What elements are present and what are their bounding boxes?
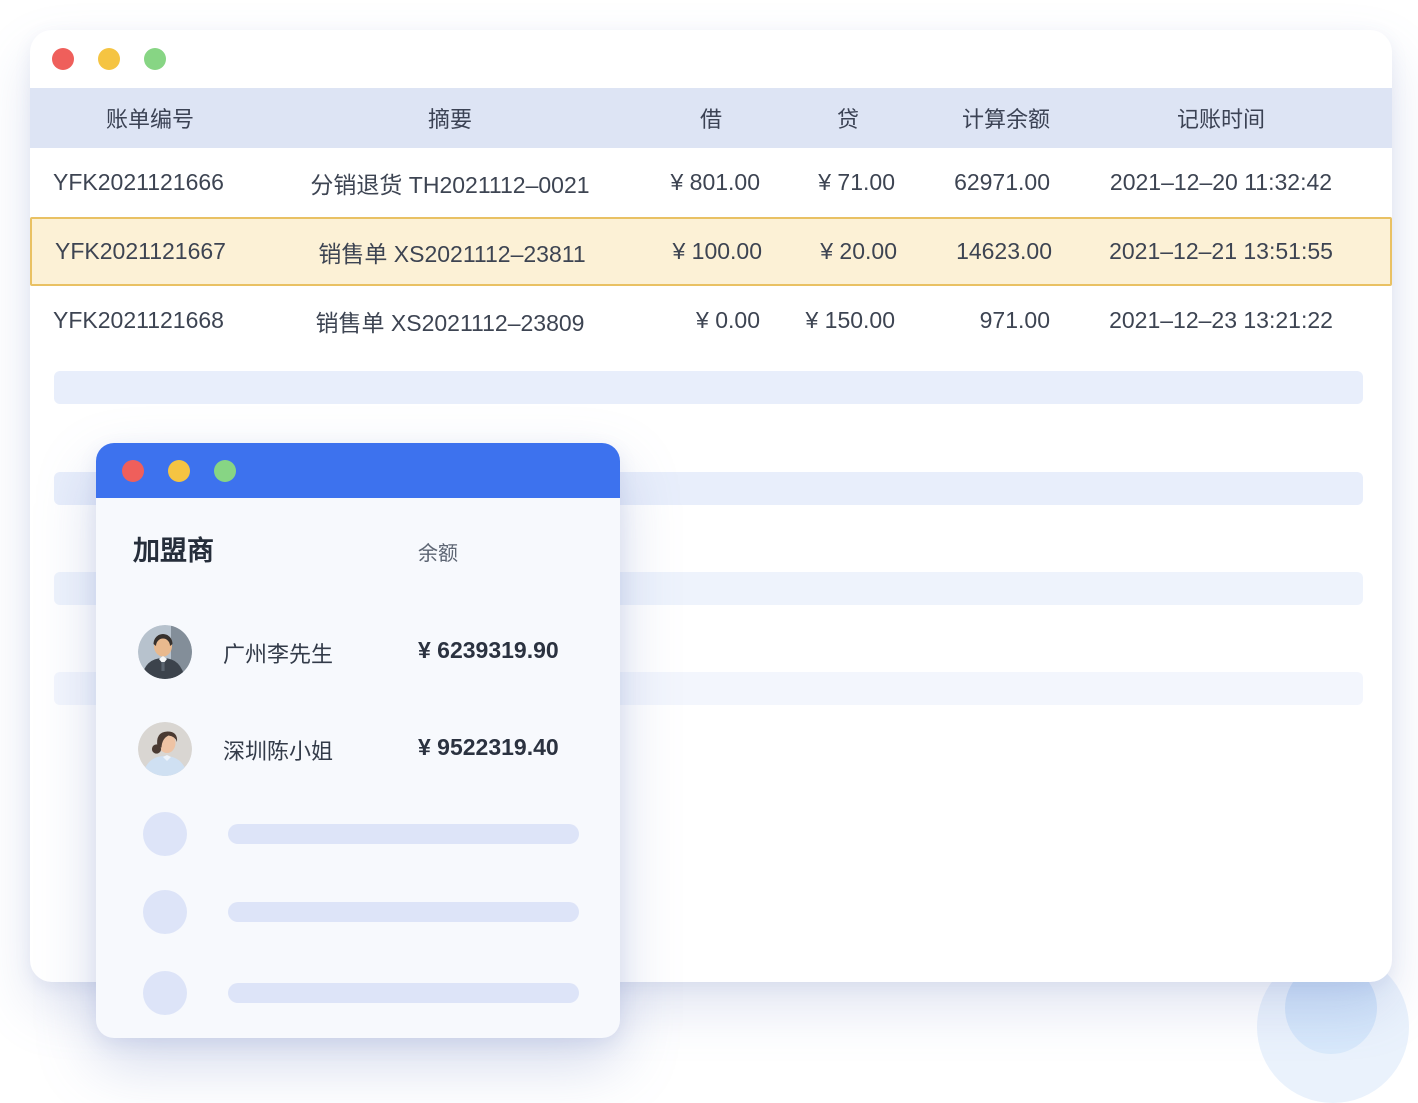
male-avatar — [138, 625, 192, 679]
franchisee-name: 广州李先生 — [223, 637, 333, 669]
cell-bill-no: YFK2021121666 — [30, 169, 270, 196]
cell-summary: 销售单 XS2021112–23809 — [270, 304, 630, 338]
franchisee-balance: ¥ 6239319.90 — [418, 637, 559, 664]
card-titlebar — [96, 443, 620, 498]
cell-debit: ¥ 801.00 — [630, 169, 760, 196]
skeleton-avatar — [143, 890, 187, 934]
column-header-balance: 计算余额 — [895, 102, 1050, 134]
franchisee-balance: ¥ 9522319.40 — [418, 734, 559, 761]
balance-column-label: 余额 — [418, 537, 458, 566]
cell-bill-no: YFK2021121667 — [32, 238, 272, 265]
window-titlebar — [30, 30, 1392, 88]
close-button[interactable] — [122, 460, 144, 482]
franchisee-row[interactable]: 广州李先生 ¥ 6239319.90 — [96, 624, 620, 680]
cell-bill-no: YFK2021121668 — [30, 307, 270, 334]
cell-balance: 62971.00 — [895, 169, 1050, 196]
column-header-debit: 借 — [630, 102, 760, 134]
skeleton-avatar — [143, 812, 187, 856]
franchisee-card: 加盟商 余额 广州李先生 ¥ 6239319.90 — [96, 443, 620, 1038]
column-header-bill-no: 账单编号 — [30, 102, 270, 134]
maximize-button[interactable] — [214, 460, 236, 482]
table-row-selected[interactable]: YFK2021121667 销售单 XS2021112–23811 ¥ 100.… — [30, 217, 1392, 286]
cell-credit: ¥ 71.00 — [760, 169, 895, 196]
cell-summary: 分销退货 TH2021112–0021 — [270, 166, 630, 200]
minimize-button[interactable] — [98, 48, 120, 70]
skeleton-text-bar — [228, 824, 579, 844]
column-header-summary: 摘要 — [270, 102, 630, 134]
female-avatar — [138, 722, 192, 776]
cell-time: 2021–12–21 13:51:55 — [1052, 238, 1390, 265]
cell-time: 2021–12–20 11:32:42 — [1050, 169, 1392, 196]
skeleton-row — [54, 371, 1363, 404]
skeleton-text-bar — [228, 983, 579, 1003]
skeleton-avatar — [143, 971, 187, 1015]
table-header-row: 账单编号 摘要 借 贷 计算余额 记账时间 — [30, 88, 1392, 148]
cell-credit: ¥ 150.00 — [760, 307, 895, 334]
close-button[interactable] — [52, 48, 74, 70]
franchisee-name: 深圳陈小姐 — [223, 734, 333, 766]
franchisee-row[interactable]: 深圳陈小姐 ¥ 9522319.40 — [96, 721, 620, 777]
cell-balance: 971.00 — [895, 307, 1050, 334]
cell-debit: ¥ 0.00 — [630, 307, 760, 334]
column-header-time: 记账时间 — [1050, 102, 1392, 134]
skeleton-text-bar — [228, 902, 579, 922]
column-header-credit: 贷 — [760, 102, 895, 134]
cell-balance: 14623.00 — [897, 238, 1052, 265]
minimize-button[interactable] — [168, 460, 190, 482]
cell-debit: ¥ 100.00 — [632, 238, 762, 265]
cell-time: 2021–12–23 13:21:22 — [1050, 307, 1392, 334]
cell-summary: 销售单 XS2021112–23811 — [272, 235, 632, 269]
cell-credit: ¥ 20.00 — [762, 238, 897, 265]
card-title: 加盟商 — [133, 529, 214, 568]
maximize-button[interactable] — [144, 48, 166, 70]
table-row[interactable]: YFK2021121666 分销退货 TH2021112–0021 ¥ 801.… — [30, 148, 1392, 217]
table-row[interactable]: YFK2021121668 销售单 XS2021112–23809 ¥ 0.00… — [30, 286, 1392, 355]
